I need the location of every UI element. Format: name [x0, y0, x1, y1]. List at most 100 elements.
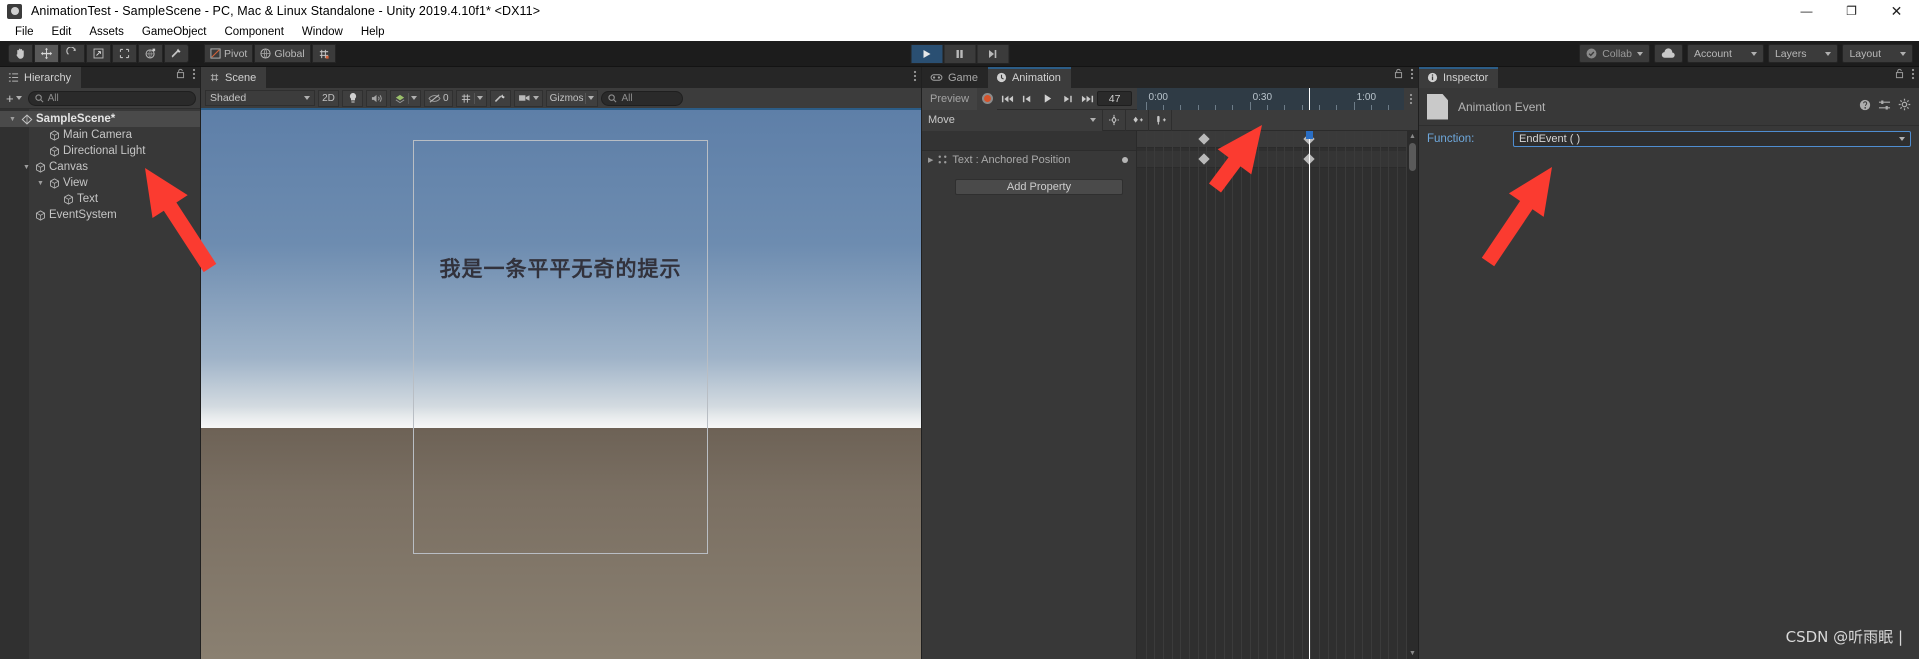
menu-item-component[interactable]: Component: [215, 26, 292, 38]
hand-tool-icon[interactable]: [8, 44, 33, 63]
add-property-button[interactable]: Add Property: [955, 179, 1123, 195]
gizmos-button[interactable]: Gizmos: [545, 89, 599, 107]
timeline-ruler[interactable]: 0:00 0:30 1:00: [1137, 87, 1404, 110]
hierarchy-item-directional-light[interactable]: Directional Light: [0, 143, 200, 159]
move-tool-icon[interactable]: [34, 44, 59, 63]
function-value: EndEvent ( ): [1519, 133, 1581, 145]
kebab-icon[interactable]: [913, 70, 917, 84]
scene-search-input[interactable]: All: [601, 90, 684, 106]
menu-item-assets[interactable]: Assets: [80, 26, 133, 38]
canvas-rect-gizmo[interactable]: 我是一条平平无奇的提示: [413, 140, 708, 554]
transform-tool-icon[interactable]: [138, 44, 163, 63]
add-keyframe-icon[interactable]: [1103, 109, 1125, 131]
twirl-open-icon[interactable]: ▼: [7, 116, 18, 123]
clip-dropdown[interactable]: Move: [922, 109, 1102, 131]
menu-item-gameobject[interactable]: GameObject: [133, 26, 216, 38]
scroll-down-icon[interactable]: ▼: [1409, 650, 1416, 657]
ruler-label: 0:00: [1148, 91, 1168, 103]
hierarchy-item-view[interactable]: ▼ View: [0, 175, 200, 191]
gear-icon[interactable]: [1898, 98, 1911, 116]
close-button[interactable]: ✕: [1874, 0, 1919, 22]
custom-tool-icon[interactable]: [164, 44, 189, 63]
tab-scene[interactable]: Scene: [201, 67, 267, 88]
play-button[interactable]: [910, 43, 943, 64]
hierarchy-item-text[interactable]: Text: [0, 191, 200, 207]
keyframe-lane[interactable]: [1137, 151, 1418, 168]
global-toggle-button[interactable]: Global: [254, 44, 311, 63]
help-icon[interactable]: [1859, 98, 1871, 116]
curves-toggle-icon[interactable]: [1149, 109, 1171, 131]
maximize-button[interactable]: ❐: [1829, 0, 1874, 22]
property-keyframe-toggle[interactable]: [1122, 156, 1128, 163]
dopesheet-scrollbar[interactable]: ▲ ▼: [1407, 131, 1418, 659]
first-frame-button[interactable]: [997, 88, 1017, 110]
toggle-2d-button[interactable]: 2D: [318, 89, 339, 107]
scene-viewport[interactable]: 我是一条平平无奇的提示: [201, 110, 921, 659]
twirl-open-icon[interactable]: ▼: [21, 164, 32, 171]
lock-icon[interactable]: [176, 66, 185, 84]
lighting-icon[interactable]: [342, 89, 363, 107]
playhead-marker[interactable]: [1305, 131, 1313, 139]
collab-button[interactable]: Collab: [1579, 44, 1650, 63]
hierarchy-item-samplescene[interactable]: ▼ SampleScene*: [0, 111, 200, 127]
hierarchy-search-input[interactable]: All: [27, 90, 196, 106]
lock-icon[interactable]: [1394, 66, 1403, 84]
hierarchy-item-canvas[interactable]: ▼ Canvas: [0, 159, 200, 175]
hierarchy-item-eventsystem[interactable]: EventSystem: [0, 207, 200, 223]
last-frame-button[interactable]: [1077, 88, 1097, 110]
ruler-playhead[interactable]: [1308, 87, 1310, 110]
function-dropdown[interactable]: EndEvent ( ): [1513, 131, 1911, 147]
scale-tool-icon[interactable]: [86, 44, 111, 63]
layout-button[interactable]: Layout: [1842, 44, 1913, 63]
menu-item-edit[interactable]: Edit: [43, 26, 81, 38]
kebab-icon[interactable]: [1911, 68, 1915, 82]
hierarchy-item-main-camera[interactable]: Main Camera: [0, 127, 200, 143]
scroll-up-icon[interactable]: ▲: [1409, 133, 1416, 140]
lock-icon[interactable]: [1895, 66, 1904, 84]
scrollbar-thumb[interactable]: [1409, 143, 1416, 171]
menu-item-window[interactable]: Window: [293, 26, 352, 38]
layers-button[interactable]: Layers: [1767, 44, 1839, 63]
property-row[interactable]: ▶ Text : Anchored Position: [922, 151, 1136, 168]
twirl-open-icon[interactable]: ▼: [35, 180, 46, 187]
tab-hierarchy[interactable]: Hierarchy: [0, 67, 82, 88]
kebab-icon[interactable]: [1410, 68, 1414, 82]
minimize-button[interactable]: —: [1784, 0, 1829, 22]
rect-tool-icon[interactable]: [112, 44, 137, 63]
visibility-off-button[interactable]: 0: [424, 89, 453, 107]
chevron-right-icon[interactable]: ▶: [928, 156, 933, 164]
kebab-icon[interactable]: [192, 68, 196, 82]
tab-game[interactable]: Game: [922, 67, 988, 88]
cloud-button[interactable]: [1654, 44, 1683, 63]
step-button[interactable]: [976, 43, 1009, 64]
add-gameobject-button[interactable]: +: [4, 91, 24, 106]
tab-animation[interactable]: Animation: [987, 67, 1071, 88]
menu-item-help[interactable]: Help: [352, 26, 394, 38]
component-tools-icon[interactable]: [489, 89, 511, 107]
kebab-icon[interactable]: [1404, 87, 1418, 110]
play-animation-button[interactable]: [1037, 88, 1057, 110]
current-frame-input[interactable]: 47: [1097, 91, 1132, 106]
pivot-toggle-button[interactable]: Pivot: [204, 44, 254, 63]
scene-camera-button[interactable]: [513, 89, 543, 107]
dopesheet-playhead[interactable]: [1308, 131, 1310, 659]
tab-inspector[interactable]: Inspector: [1419, 67, 1499, 88]
preview-toggle-button[interactable]: Preview: [922, 87, 978, 110]
add-event-icon[interactable]: [1126, 109, 1148, 131]
hierarchy-tree[interactable]: ▼ SampleScene* Main Camera Directional Ligh…: [0, 109, 200, 659]
grid-visibility-button[interactable]: [455, 89, 487, 107]
next-frame-button[interactable]: [1057, 88, 1077, 110]
audio-icon[interactable]: [366, 89, 387, 107]
prev-frame-button[interactable]: [1017, 88, 1037, 110]
record-button[interactable]: [977, 87, 998, 110]
pause-button[interactable]: [943, 43, 976, 64]
draw-mode-dropdown[interactable]: Shaded: [205, 90, 315, 106]
preset-icon[interactable]: [1878, 98, 1891, 116]
menu-item-file[interactable]: File: [6, 26, 43, 38]
effects-button[interactable]: [390, 89, 421, 107]
dopesheet[interactable]: ▲ ▼: [1137, 131, 1418, 659]
rotate-tool-icon[interactable]: [60, 44, 85, 63]
grid-snap-icon[interactable]: [311, 44, 336, 63]
account-button[interactable]: Account: [1687, 44, 1764, 63]
event-lane[interactable]: [1137, 131, 1418, 148]
